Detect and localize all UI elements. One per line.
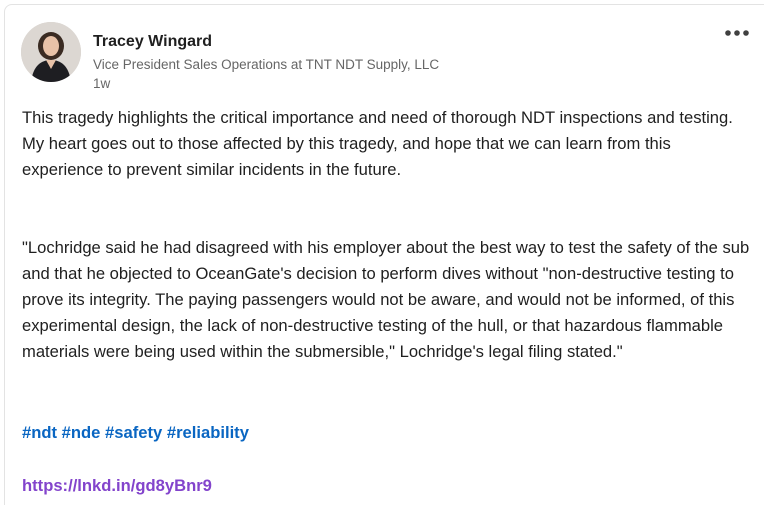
more-options-button[interactable]	[721, 21, 753, 45]
hashtag-nde[interactable]: #nde	[62, 423, 101, 442]
hashtag-list: #ndt #nde #safety #reliability	[22, 420, 249, 446]
ellipsis-icon	[725, 30, 749, 36]
post-card: Tracey Wingard Vice President Sales Oper…	[4, 4, 764, 505]
post-paragraph-2: "Lochridge said he had disagreed with hi…	[22, 238, 750, 361]
external-link[interactable]: https://lnkd.in/gd8yBnr9	[22, 473, 212, 499]
author-avatar[interactable]	[21, 22, 81, 82]
author-name[interactable]: Tracey Wingard	[93, 32, 212, 52]
hashtag-reliability[interactable]: #reliability	[167, 423, 249, 442]
hashtag-safety[interactable]: #safety	[105, 423, 162, 442]
post-paragraph-1: This tragedy highlights the critical imp…	[22, 108, 733, 179]
post-timestamp: 1w	[93, 76, 111, 91]
author-headline: Vice President Sales Operations at TNT N…	[93, 57, 440, 72]
profile-photo-icon	[21, 22, 81, 82]
hashtag-ndt[interactable]: #ndt	[22, 423, 57, 442]
